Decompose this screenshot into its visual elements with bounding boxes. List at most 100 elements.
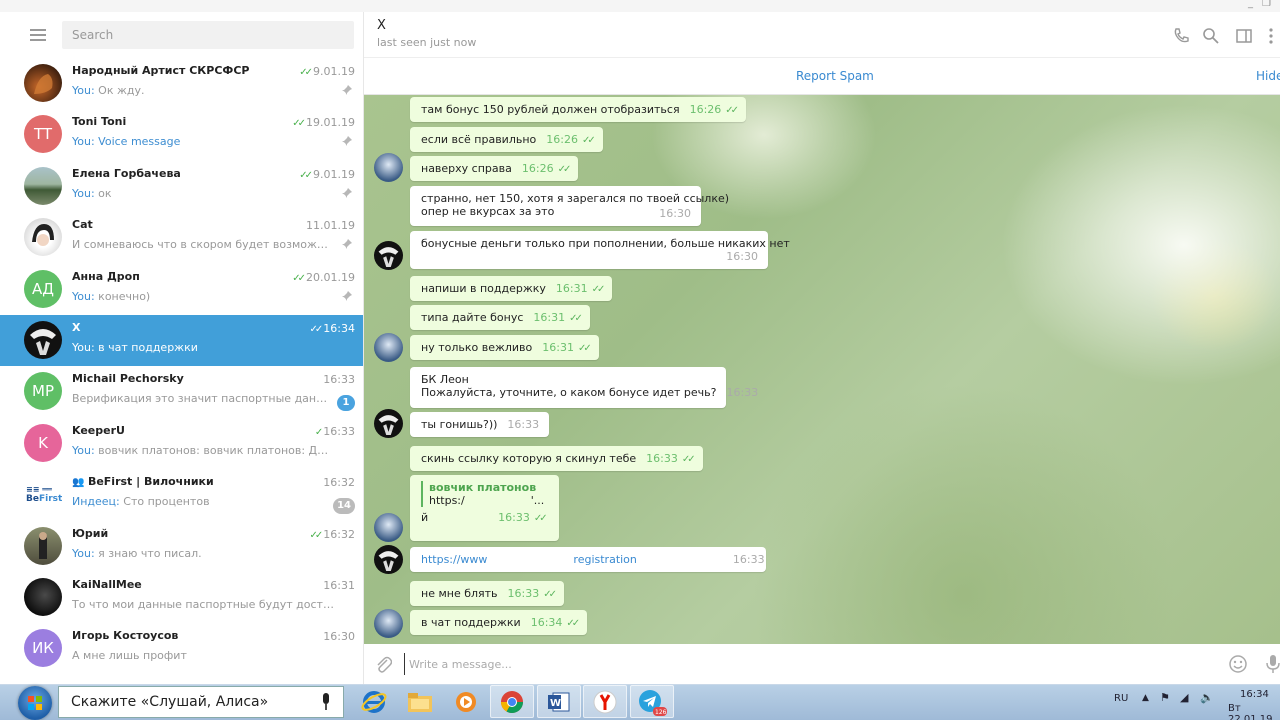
read-check-icon: ✓✓ xyxy=(299,169,313,181)
chat-name: Toni Toni xyxy=(72,115,127,129)
file-explorer-icon[interactable] xyxy=(398,685,442,718)
read-check-icon: ✓✓ xyxy=(569,313,583,324)
message-out: не мне блять 16:33 ✓✓ xyxy=(410,581,565,606)
clock-time[interactable]: 16:34 xyxy=(1240,689,1269,700)
svg-text:≡≡ ══: ≡≡ ══ xyxy=(26,485,52,494)
chat-preview: You: вовчик платонов: вовчик платонов: Д… xyxy=(72,443,334,457)
hamburger-menu-icon[interactable] xyxy=(26,26,50,44)
svg-text:126: 126 xyxy=(655,709,667,716)
chat-time: ✓ 16:33 xyxy=(314,424,355,438)
attach-icon[interactable] xyxy=(374,654,392,674)
message-out: если всё правильно 16:26 ✓✓ xyxy=(410,127,603,152)
chrome-icon[interactable] xyxy=(490,685,534,718)
sender-avatar[interactable] xyxy=(374,609,403,638)
message-in: БК Леон Пожалуйста, уточните, о каком бо… xyxy=(410,367,758,408)
chat-time: 16:31 xyxy=(323,578,355,592)
tray-expand-icon[interactable]: ▲ xyxy=(1142,693,1149,703)
sender-avatar[interactable] xyxy=(374,241,403,270)
chat-time: ✓✓ 9.01.19 xyxy=(299,65,355,78)
clock-date[interactable]: Вт 22.01.19 xyxy=(1228,703,1280,720)
chat-time: ✓✓ 19.01.19 xyxy=(292,116,355,130)
sender-avatar[interactable] xyxy=(374,513,403,542)
minimize-icon[interactable]: _ xyxy=(1248,0,1253,9)
pin-icon xyxy=(342,187,352,198)
restore-icon[interactable]: ❐ xyxy=(1262,0,1271,9)
unread-badge: 1 xyxy=(337,395,355,412)
read-check-icon: ✓✓ xyxy=(299,67,313,78)
message-out: скинь ссылку которую я скинул тебе 16:33 ✓… xyxy=(410,446,703,471)
read-check-icon: ✓✓ xyxy=(725,105,739,116)
flag-icon[interactable]: ⚑ xyxy=(1160,691,1170,704)
read-check-icon: ✓✓ xyxy=(577,343,592,354)
chat-name: Cat xyxy=(72,218,93,232)
message-in: https://www registration 16:33 xyxy=(410,547,766,572)
yandex-browser-icon[interactable] xyxy=(583,685,627,718)
phone-icon[interactable] xyxy=(1172,27,1190,45)
chat-item[interactable]: MP Michail Pechorsky Верификация это зна… xyxy=(0,366,363,417)
chat-item[interactable]: ИК Игорь Костоусов А мне лишь профит 16:… xyxy=(0,623,363,674)
read-check-icon: ✓✓ xyxy=(533,513,548,524)
sender-avatar[interactable] xyxy=(374,333,403,362)
message-out: ну только вежливо 16:31 ✓✓ xyxy=(410,335,599,360)
read-check-icon: ✓✓ xyxy=(581,135,596,146)
message-out: в чат поддержки 16:34 ✓✓ xyxy=(410,610,588,635)
chat-item[interactable]: KaiNallMee То что мои данные паспортные … xyxy=(0,572,363,623)
pin-icon xyxy=(342,239,352,250)
search-input[interactable] xyxy=(62,21,354,49)
chat-name: Michail Pechorsky xyxy=(72,372,184,386)
pin-icon xyxy=(342,85,352,95)
sidebar-toggle-icon[interactable] xyxy=(1235,27,1253,45)
microphone-icon[interactable] xyxy=(321,693,331,711)
start-button[interactable] xyxy=(18,686,52,720)
search-icon[interactable] xyxy=(1202,27,1220,45)
volume-icon[interactable]: 🔈 xyxy=(1200,691,1214,704)
read-check-icon: ✓✓ xyxy=(566,618,580,629)
chat-preview: You: конечно) xyxy=(72,289,151,303)
avatar xyxy=(24,577,62,616)
microphone-icon[interactable] xyxy=(1266,654,1280,674)
chat-item[interactable]: ≡≡ ══ Be First 👥 BeFirst | Вилочники Индее… xyxy=(0,469,363,520)
sender-avatar[interactable] xyxy=(374,409,403,438)
more-options-icon[interactable] xyxy=(1267,27,1275,45)
chat-preview: You: в чат поддержки xyxy=(72,340,198,354)
group-icon: 👥 xyxy=(72,477,88,489)
chat-item-active[interactable]: X You: в чат поддержки ✓✓ 16:34 xyxy=(0,314,363,367)
chat-list: Народный Артист СКРСФСР You: Ок жду. ✓✓ 9… xyxy=(0,58,363,675)
message-link[interactable]: https://www registration xyxy=(421,553,637,566)
avatar xyxy=(24,320,62,359)
read-check-icon: ✓✓ xyxy=(309,529,324,541)
chat-name: Игорь Костоусов xyxy=(72,629,179,643)
chat-preview: You: Ок жду. xyxy=(72,84,145,97)
report-spam-button[interactable]: Report Spam xyxy=(796,69,874,83)
network-icon[interactable]: ◢ xyxy=(1180,691,1188,704)
hide-spam-bar-button[interactable]: Hide xyxy=(1256,69,1280,83)
word-icon[interactable]: W xyxy=(537,685,581,718)
sender-avatar[interactable] xyxy=(374,545,403,574)
chat-item[interactable]: Cat И сомневаюсь что в скором будет возм… xyxy=(0,212,363,263)
chat-item[interactable]: K KeeperU You: вовчик платонов: вовчик п… xyxy=(0,418,363,469)
chat-name: KaiNallMee xyxy=(72,577,142,591)
internet-explorer-icon[interactable] xyxy=(352,685,396,718)
chat-item[interactable]: АД Анна Дроп You: конечно) ✓✓ 20.01.19 xyxy=(0,264,363,315)
chat-item[interactable]: TT Toni Toni You: Voice message ✓✓ 19.01.… xyxy=(0,109,363,160)
chat-item[interactable]: Елена Горбачева You: ок ✓✓ 9.01.19 xyxy=(0,161,363,212)
emoji-icon[interactable] xyxy=(1228,654,1248,674)
telegram-icon[interactable]: 126 xyxy=(630,685,674,718)
read-check-icon: ✓✓ xyxy=(591,284,606,295)
alice-search-box[interactable]: Скажите «Слушай, Алиса» xyxy=(58,686,344,718)
chat-time: 16:33 xyxy=(323,373,355,387)
language-indicator[interactable]: RU xyxy=(1114,693,1128,704)
chat-item[interactable]: Юрий You: я знаю что писал. ✓✓ 16:32 xyxy=(0,521,363,572)
chat-name: 👥 BeFirst | Вилочники xyxy=(72,475,214,489)
media-player-icon[interactable] xyxy=(444,685,488,718)
reply-quote[interactable]: вовчик платонов https:/'... xyxy=(421,481,549,507)
svg-text:First: First xyxy=(39,494,62,504)
read-check-icon: ✓✓ xyxy=(681,454,696,465)
chat-time: ✓✓ 16:34 xyxy=(309,321,355,335)
chat-preview: You: Voice message xyxy=(72,135,181,149)
chat-item[interactable]: Народный Артист СКРСФСР You: Ок жду. ✓✓ 9… xyxy=(0,58,363,109)
peer-name: X xyxy=(377,18,386,33)
message-input[interactable] xyxy=(404,653,1204,675)
sender-avatar[interactable] xyxy=(374,153,403,182)
unread-badge: 14 xyxy=(333,498,355,515)
